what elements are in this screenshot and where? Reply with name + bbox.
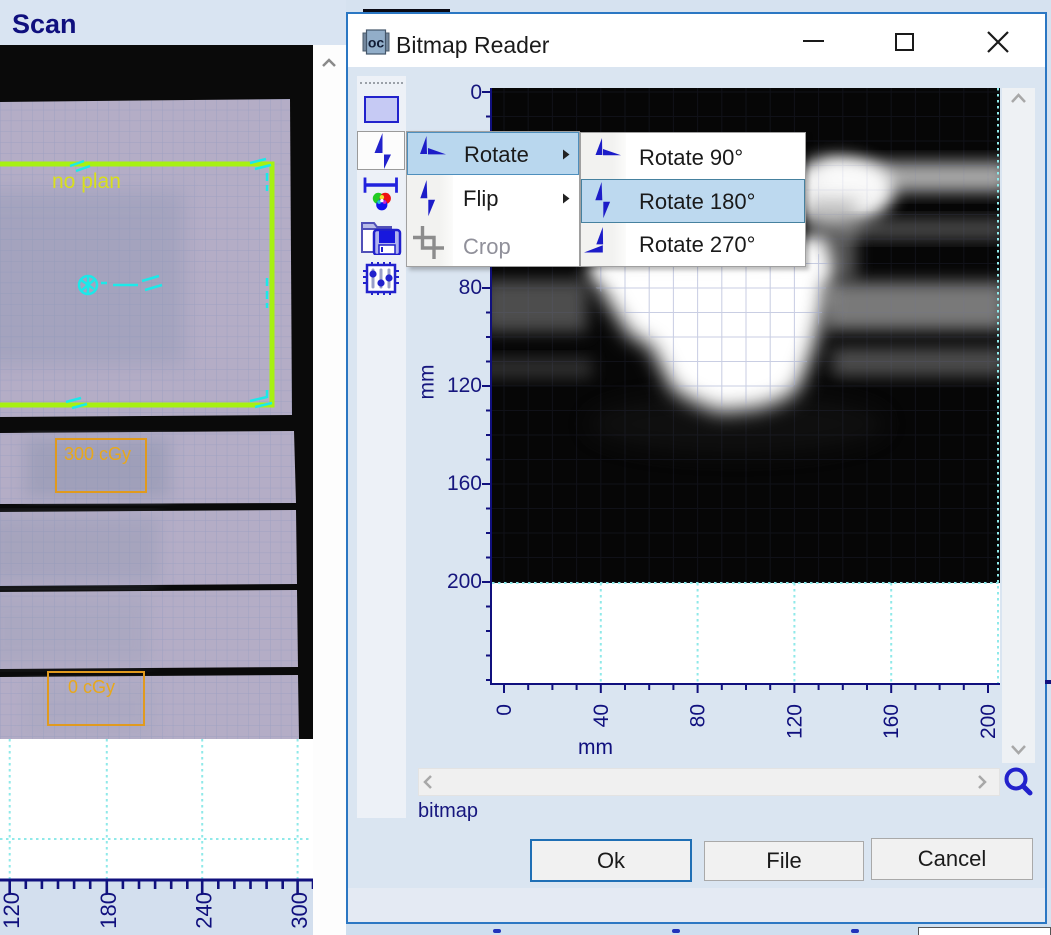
svg-text:oc: oc [368, 35, 385, 51]
svg-text:160: 160 [880, 704, 903, 739]
svg-text:no plan: no plan [52, 170, 121, 193]
svg-text:120: 120 [783, 704, 806, 739]
svg-text:300 cGy: 300 cGy [64, 444, 131, 464]
svg-text:180: 180 [96, 892, 121, 929]
svg-text:120: 120 [0, 892, 24, 929]
svg-text:0: 0 [493, 704, 516, 716]
svg-text:0 cGy: 0 cGy [68, 677, 115, 697]
svg-text:80: 80 [687, 704, 710, 727]
svg-text:240: 240 [192, 892, 217, 929]
svg-text:300: 300 [287, 892, 312, 929]
svg-text:40: 40 [590, 704, 613, 727]
svg-text:200: 200 [977, 704, 1000, 739]
svg-text:mm: mm [578, 736, 613, 759]
